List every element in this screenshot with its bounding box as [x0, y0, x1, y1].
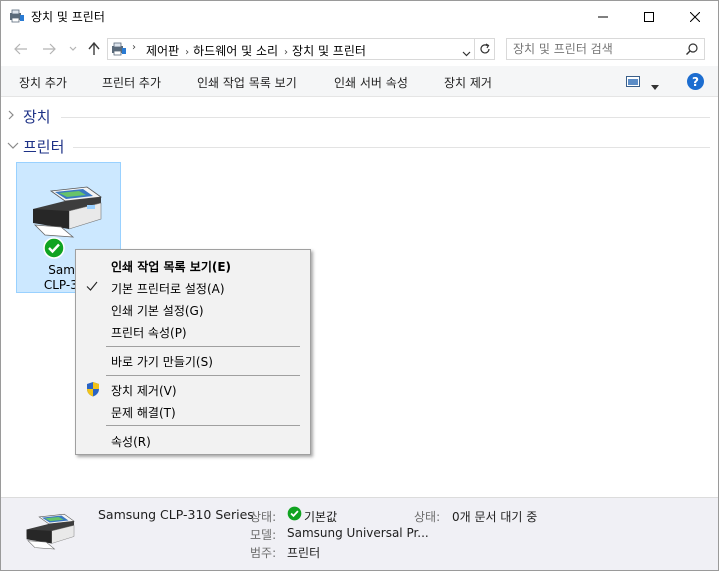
context-menu: 인쇄 작업 목록 보기(E) 기본 프린터로 설정(A) 인쇄 기본 설정(G)…: [75, 249, 311, 455]
menu-item-properties[interactable]: 속성(R): [76, 429, 310, 451]
address-bar[interactable]: › 제어판 › 하드웨어 및 소리 › 장치 및 프린터: [107, 38, 475, 60]
breadcrumb-item-hardware-sound[interactable]: 하드웨어 및 소리: [193, 44, 278, 58]
chevron-right-icon[interactable]: [7, 109, 15, 124]
group-title-devices: 장치: [23, 108, 51, 126]
breadcrumb-item-devices-printers[interactable]: 장치 및 프린터: [292, 44, 366, 58]
search-input[interactable]: [513, 41, 678, 57]
view-options-chevron-icon[interactable]: [651, 79, 659, 93]
add-printer-button[interactable]: 프린터 추가: [102, 74, 161, 91]
command-bar: 장치 추가 프린터 추가 인쇄 작업 목록 보기 인쇄 서버 속성 장치 제거 …: [1, 66, 718, 97]
maximize-button[interactable]: [626, 1, 672, 32]
menu-separator: [106, 375, 300, 376]
search-box[interactable]: [506, 38, 705, 60]
breadcrumb-item-control-panel[interactable]: 제어판: [146, 44, 179, 58]
menu-item-printer-properties[interactable]: 프린터 속성(P): [76, 320, 310, 342]
navigation-bar: › 제어판 › 하드웨어 및 소리 › 장치 및 프린터: [1, 32, 718, 66]
details-state-label: 상태:: [250, 510, 277, 524]
details-device-name: Samsung CLP-310 Series: [98, 507, 254, 522]
breadcrumb: 제어판 › 하드웨어 및 소리 › 장치 및 프린터: [146, 42, 370, 59]
default-check-icon: [287, 506, 302, 524]
menu-separator: [106, 346, 300, 347]
recent-locations-chevron-icon[interactable]: [65, 41, 81, 57]
menu-item-printing-preferences[interactable]: 인쇄 기본 설정(G): [76, 298, 310, 320]
breadcrumb-separator-icon: ›: [132, 42, 136, 53]
minimize-button[interactable]: [580, 1, 626, 32]
details-model-label: 모델:: [250, 528, 277, 542]
breadcrumb-separator-icon: ›: [185, 47, 190, 58]
back-arrow-icon[interactable]: [13, 41, 29, 57]
refresh-button[interactable]: [475, 38, 495, 60]
devices-printers-app-icon: [9, 9, 25, 23]
menu-item-label: 장치 제거(V): [111, 384, 177, 398]
group-printers[interactable]: 프린터: [1, 136, 718, 156]
menu-item-label: 프린터 속성(P): [111, 326, 187, 340]
group-divider: [61, 117, 710, 118]
breadcrumb-separator-icon: ›: [284, 47, 289, 58]
menu-item-remove-device[interactable]: 장치 제거(V): [76, 378, 310, 400]
group-title-printers: 프린터: [23, 138, 65, 156]
group-divider: [73, 147, 710, 148]
menu-item-label: 기본 프린터로 설정(A): [111, 282, 225, 296]
print-server-properties-button[interactable]: 인쇄 서버 속성: [334, 74, 408, 91]
details-state-value: 기본값: [304, 510, 338, 524]
menu-item-troubleshoot[interactable]: 문제 해결(T): [76, 400, 310, 422]
menu-item-label: 인쇄 기본 설정(G): [111, 304, 204, 318]
uac-shield-icon: [86, 381, 100, 400]
search-icon[interactable]: [685, 42, 699, 59]
details-category-label: 범주:: [250, 546, 277, 560]
devices-printers-window: 장치 및 프린터 › 제어판 › 하드웨어 및 소리 › 장치 및 프린터 장치…: [0, 0, 719, 571]
printer-thumbnail-icon: [21, 512, 81, 557]
default-printer-check-icon: [43, 237, 65, 262]
details-model-value: Samsung Universal Pr...: [287, 526, 429, 540]
chevron-down-icon[interactable]: [7, 139, 19, 153]
details-pane: Samsung CLP-310 Series 상태: 기본값 모델: Samsu…: [1, 497, 718, 570]
menu-item-create-shortcut[interactable]: 바로 가기 만들기(S): [76, 349, 310, 371]
title-bar[interactable]: 장치 및 프린터: [1, 1, 718, 32]
menu-item-see-print-queue[interactable]: 인쇄 작업 목록 보기(E): [76, 254, 310, 276]
menu-item-label: 문제 해결(T): [111, 406, 176, 420]
checkmark-icon: [86, 280, 98, 295]
details-category-value: 프린터: [287, 546, 321, 560]
see-print-queue-button[interactable]: 인쇄 작업 목록 보기: [197, 74, 297, 91]
menu-item-set-default-printer[interactable]: 기본 프린터로 설정(A): [76, 276, 310, 298]
refresh-icon: [479, 43, 490, 54]
control-panel-icon: [111, 42, 127, 59]
details-status-label: 상태:: [414, 510, 441, 524]
up-arrow-icon[interactable]: [86, 41, 102, 57]
remove-device-button[interactable]: 장치 제거: [444, 74, 492, 91]
address-dropdown-chevron-icon[interactable]: [462, 46, 471, 60]
help-button[interactable]: ?: [687, 73, 704, 90]
close-button[interactable]: [672, 1, 718, 32]
printer-icon: [25, 185, 111, 246]
details-status-value: 0개 문서 대기 중: [452, 510, 538, 524]
menu-item-label: 인쇄 작업 목록 보기(E): [111, 260, 232, 274]
window-title: 장치 및 프린터: [31, 10, 105, 24]
add-device-button[interactable]: 장치 추가: [19, 74, 67, 91]
view-options-icon[interactable]: [626, 76, 640, 90]
menu-separator: [106, 425, 300, 426]
forward-arrow-icon[interactable]: [41, 41, 57, 57]
menu-item-label: 바로 가기 만들기(S): [111, 355, 213, 369]
menu-item-label: 속성(R): [111, 435, 151, 449]
group-devices[interactable]: 장치: [1, 106, 718, 126]
